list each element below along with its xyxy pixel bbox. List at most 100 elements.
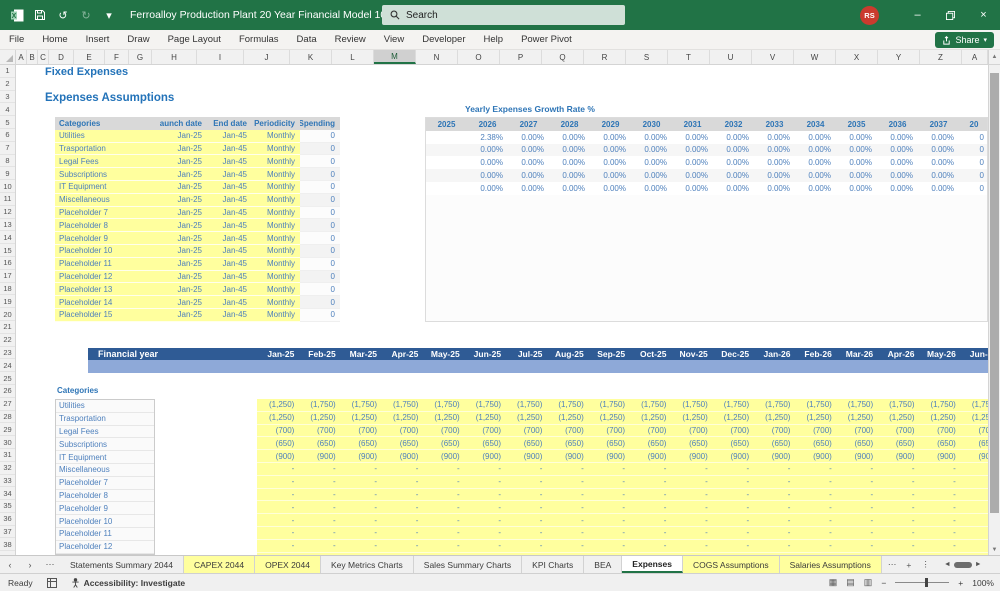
data-cell[interactable]: - <box>836 501 877 513</box>
macro-record-icon[interactable] <box>46 577 57 588</box>
scroll-down-icon[interactable]: ▼ <box>989 545 1000 555</box>
data-cell[interactable]: - <box>257 463 298 475</box>
growth-cell[interactable]: 0.00% <box>713 144 754 157</box>
row-number-30[interactable]: 30 <box>0 436 15 449</box>
sheet-tab-opex-2044[interactable]: OPEX 2044 <box>255 556 321 573</box>
data-cell[interactable]: (700) <box>919 425 960 437</box>
row-number-1[interactable]: 1 <box>0 65 15 78</box>
growth-cell[interactable]: 0.00% <box>590 131 631 144</box>
data-cell[interactable]: (650) <box>588 437 629 449</box>
data-cell[interactable]: (700) <box>836 425 877 437</box>
save-icon[interactable] <box>33 8 47 22</box>
data-cell[interactable]: - <box>877 514 918 526</box>
data-cell[interactable]: (1,250) <box>546 412 587 424</box>
growth-table-heading[interactable]: Yearly Expenses Growth Rate % <box>465 104 595 114</box>
ribbon-tab-power-pivot[interactable]: Power Pivot <box>512 30 581 49</box>
data-cell[interactable]: (650) <box>919 437 960 449</box>
data-cell[interactable]: (650) <box>505 437 546 449</box>
ribbon-tab-home[interactable]: Home <box>33 30 76 49</box>
assumptions-cell[interactable]: 0 <box>300 283 340 297</box>
data-cell[interactable]: - <box>257 540 298 552</box>
data-cell[interactable]: (1,250) <box>422 412 463 424</box>
growth-cell[interactable]: 0.00% <box>590 144 631 157</box>
data-cell[interactable]: - <box>670 476 711 488</box>
sheet-tab-statements-summary-2044[interactable]: Statements Summary 2044 <box>60 556 184 573</box>
growth-cell[interactable]: 0.00% <box>549 169 590 182</box>
data-cell[interactable]: - <box>836 540 877 552</box>
growth-cell[interactable] <box>426 156 467 169</box>
data-cell[interactable]: - <box>340 514 381 526</box>
assumptions-cell[interactable]: Monthly <box>252 283 300 297</box>
data-cell[interactable]: - <box>298 463 339 475</box>
data-cell[interactable]: - <box>712 540 753 552</box>
hscroll-right-icon[interactable]: ► <box>975 561 982 568</box>
month-header-jun-26[interactable]: Jun-26 <box>960 348 988 361</box>
assumptions-cell[interactable]: Monthly <box>252 168 300 181</box>
data-cell[interactable]: (650) <box>340 437 381 449</box>
data-cell[interactable]: (1,750) <box>546 399 587 411</box>
row-number-22[interactable]: 22 <box>0 334 15 347</box>
more-sheets-icon[interactable]: ⋯ <box>888 559 897 570</box>
assumptions-cell[interactable]: Placeholder 8 <box>55 219 160 233</box>
data-cell[interactable]: - <box>919 463 960 475</box>
growth-cell[interactable]: 0.00% <box>631 144 672 157</box>
data-cell[interactable]: - <box>422 514 463 526</box>
category-item-placeholder-11[interactable]: Placeholder 11 <box>56 528 154 541</box>
data-cell[interactable]: - <box>753 540 794 552</box>
growth-year-2027-2[interactable]: 2027 <box>508 118 549 131</box>
data-cell[interactable]: (900) <box>753 450 794 462</box>
growth-cell[interactable]: 0.00% <box>795 169 836 182</box>
row-number-9[interactable]: 9 <box>0 167 15 181</box>
data-cell[interactable]: (900) <box>919 450 960 462</box>
row-number-18[interactable]: 18 <box>0 283 15 296</box>
category-item-legal-fees[interactable]: Legal Fees <box>56 426 154 439</box>
data-cell[interactable]: (1,750) <box>505 399 546 411</box>
ribbon-tab-data[interactable]: Data <box>288 30 326 49</box>
row-number-24[interactable]: 24 <box>0 359 15 373</box>
month-header-jul-25[interactable]: Jul-25 <box>505 348 546 361</box>
data-cell[interactable]: (1,750) <box>753 399 794 411</box>
growth-year-2034-9[interactable]: 2034 <box>795 118 836 131</box>
growth-cell[interactable]: 0.00% <box>877 131 918 144</box>
data-cell[interactable]: (650) <box>794 437 835 449</box>
growth-year-2028-3[interactable]: 2028 <box>549 118 590 131</box>
data-cell[interactable]: - <box>464 489 505 501</box>
data-cell[interactable]: - <box>836 489 877 501</box>
row-number-27[interactable]: 27 <box>0 398 15 411</box>
data-cell[interactable]: - <box>422 463 463 475</box>
data-cell[interactable]: (650) <box>877 437 918 449</box>
ribbon-tab-view[interactable]: View <box>375 30 413 49</box>
row-number-25[interactable]: 25 <box>0 372 15 385</box>
sheet-tab-cogs-assumptions[interactable]: COGS Assumptions <box>683 556 780 573</box>
zoom-slider[interactable] <box>895 578 950 587</box>
assumptions-cell[interactable]: IT Equipment <box>55 180 160 194</box>
data-cell[interactable]: - <box>546 527 587 539</box>
growth-cell[interactable]: 0 <box>959 131 987 144</box>
data-cell[interactable]: - <box>712 501 753 513</box>
data-cell[interactable]: (1,250) <box>836 412 877 424</box>
assumptions-cell[interactable]: Placeholder 11 <box>55 257 160 271</box>
assumptions-header-launch-date[interactable]: Launch date <box>160 117 207 130</box>
data-cell[interactable]: - <box>340 527 381 539</box>
data-cell[interactable]: - <box>960 476 988 488</box>
ribbon-tab-page-layout[interactable]: Page Layout <box>159 30 230 49</box>
assumptions-cell[interactable]: Jan-45 <box>207 296 252 309</box>
data-cell[interactable]: (1,750) <box>670 399 711 411</box>
zoom-out-icon[interactable]: − <box>881 578 886 588</box>
assumptions-cell[interactable]: Monthly <box>252 142 300 156</box>
data-cell[interactable]: (1,250) <box>464 412 505 424</box>
data-cell[interactable]: (900) <box>712 450 753 462</box>
data-cell[interactable]: (650) <box>712 437 753 449</box>
growth-cell[interactable]: 0 <box>959 182 987 195</box>
data-cell[interactable]: - <box>298 501 339 513</box>
data-cell[interactable]: (1,750) <box>836 399 877 411</box>
row-number-12[interactable]: 12 <box>0 206 15 219</box>
row-number-34[interactable]: 34 <box>0 487 15 501</box>
data-cell[interactable]: - <box>670 489 711 501</box>
data-cell[interactable]: (1,250) <box>588 412 629 424</box>
data-cell[interactable]: - <box>588 463 629 475</box>
column-header-w-22[interactable]: W <box>794 50 836 64</box>
category-item-placeholder-12[interactable]: Placeholder 12 <box>56 541 154 554</box>
data-cell[interactable]: - <box>877 476 918 488</box>
data-cell[interactable]: (900) <box>464 450 505 462</box>
